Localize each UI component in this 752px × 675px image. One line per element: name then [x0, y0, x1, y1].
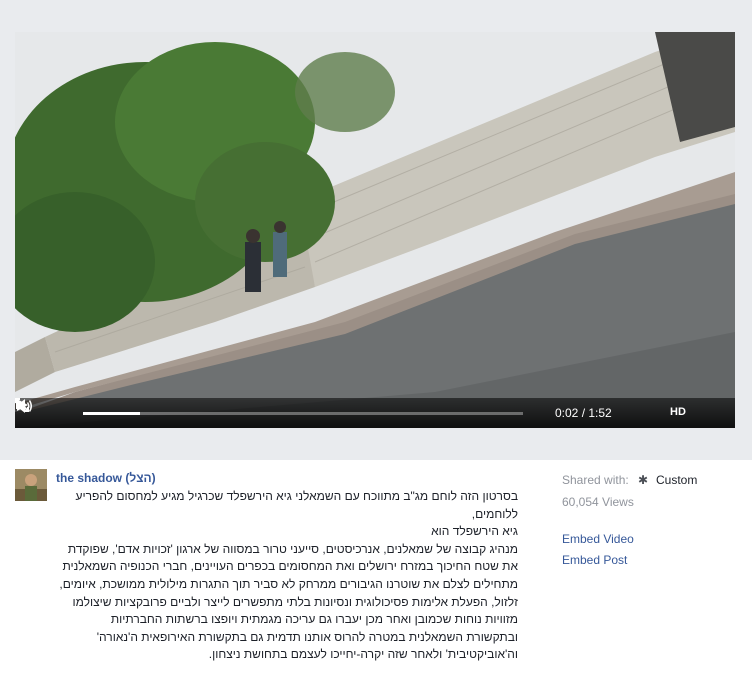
hd-button[interactable]: HD — [670, 406, 686, 418]
fullscreen-icon[interactable] — [15, 398, 29, 412]
shared-with-label: Shared with: — [562, 473, 629, 487]
privacy-row: Shared with: ✱ Custom — [562, 473, 697, 487]
privacy-value[interactable]: Custom — [656, 473, 697, 487]
post-text: בסרטון הזה לוחם מג"ב מתווכח עם השמאלני ג… — [56, 488, 518, 664]
embed-post-link[interactable]: Embed Post — [562, 553, 627, 567]
progress-fill — [83, 412, 141, 415]
author-name[interactable]: the shadow (הצל) — [56, 471, 156, 485]
video-frame-image — [15, 32, 735, 428]
avatar[interactable] — [15, 469, 47, 501]
view-count: 60,054 Views — [562, 495, 634, 509]
video-controls: 0:02 / 1:52 HD — [15, 398, 735, 428]
gear-icon[interactable]: ✱ — [638, 473, 648, 487]
post-paragraph: גיא הירשפלד הוא — [431, 524, 518, 539]
post-paragraph: בסרטון הזה לוחם מג"ב מתווכח עם השמאלני ג… — [75, 489, 518, 521]
avatar-image — [15, 469, 47, 501]
video-player[interactable]: 0:02 / 1:52 HD — [15, 32, 735, 428]
post-paragraph: מנהיג קבוצה של שמאלנים, אנרכיסטים, סייענ… — [59, 541, 518, 662]
time-readout: 0:02 / 1:52 — [555, 406, 612, 420]
video-frame: 0:02 / 1:52 HD — [0, 0, 752, 460]
embed-video-link[interactable]: Embed Video — [562, 532, 634, 546]
progress-bar[interactable] — [83, 412, 523, 415]
